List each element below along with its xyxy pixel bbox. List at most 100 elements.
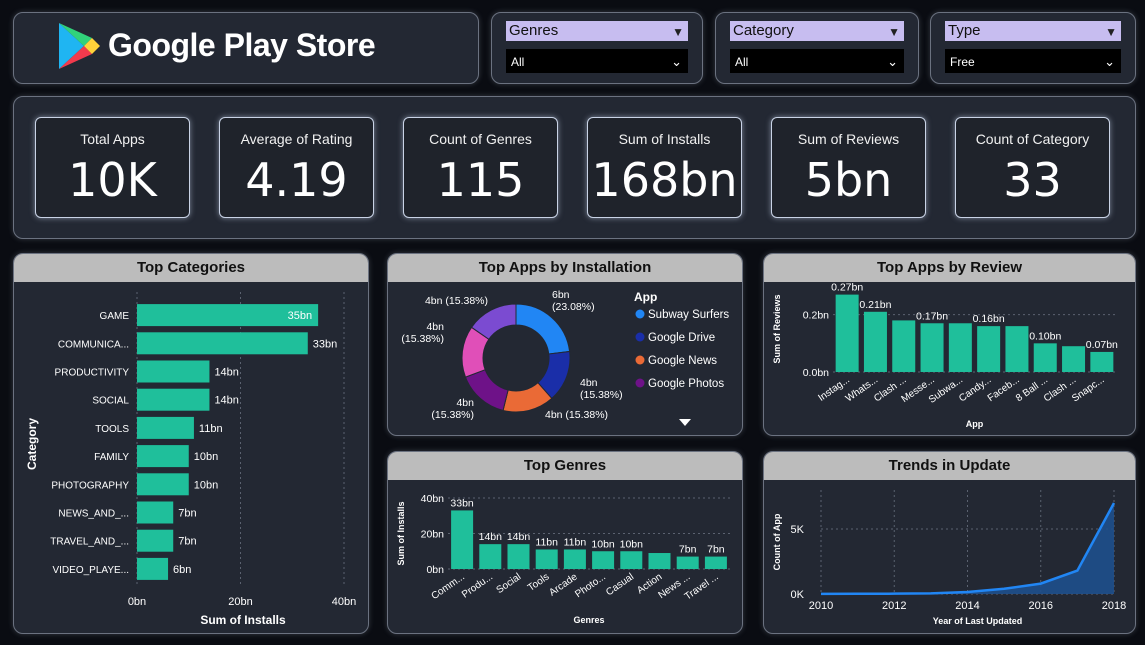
slice-label: 4bn (15.38%): [431, 397, 474, 421]
x-tick-label: 2016: [1029, 600, 1053, 612]
x-axis-title: Sum of Installs: [200, 613, 286, 627]
bar: [648, 553, 671, 569]
chevron-down-icon[interactable]: ⌄: [1104, 49, 1115, 75]
chart-title: Top Apps by Installation: [388, 254, 742, 282]
kpi-average-rating: Average of Rating 4.19: [219, 117, 374, 218]
chart-title: Top Genres: [388, 452, 742, 480]
kpi-count-category: Count of Category 33: [955, 117, 1110, 218]
legend-label: Google Drive: [648, 332, 715, 344]
legend-marker: [635, 355, 645, 365]
legend-label: Google Photos: [648, 378, 724, 390]
data-label: 14bn: [214, 367, 238, 379]
category-label: NEWS_AND_...: [58, 509, 129, 520]
category-dropdown[interactable]: All ⌄: [730, 49, 904, 73]
category-label: Comm...: [430, 571, 467, 602]
genres-dropdown[interactable]: All ⌄: [506, 49, 688, 73]
y-tick-label: 5K: [791, 524, 805, 536]
bar: [137, 445, 189, 468]
bar: [1033, 343, 1057, 372]
bar: [137, 473, 189, 496]
bar: [920, 323, 944, 372]
bar: [507, 544, 530, 569]
kpi-label: Count of Genres: [429, 131, 532, 147]
chart-title: Top Categories: [14, 254, 368, 282]
y-tick-label: 40bn: [421, 493, 445, 505]
data-label: 7bn: [707, 544, 725, 556]
chevron-down-icon[interactable]: ▼: [672, 22, 684, 42]
y-tick-label: 0bn: [426, 564, 444, 576]
genres-filter-label-bar: Genres ▼: [506, 21, 688, 41]
slice-label: 6bn (23.08%): [552, 289, 595, 313]
x-tick-label: 2010: [809, 600, 833, 612]
bar: [137, 332, 308, 355]
bar: [563, 549, 586, 569]
bar: [137, 557, 169, 580]
kpi-section: Total Apps 10K Average of Rating 4.19 Co…: [13, 96, 1136, 239]
bar: [835, 294, 859, 372]
data-label: 7bn: [178, 508, 196, 520]
data-label: 0.10bn: [1029, 330, 1061, 342]
chevron-down-icon[interactable]: ▼: [1105, 22, 1117, 42]
bar: [137, 529, 174, 552]
type-filter-label-bar: Type ▼: [945, 21, 1121, 41]
legend-marker: [635, 309, 645, 319]
category-label: GAME: [100, 311, 130, 322]
bar: [137, 388, 210, 411]
chevron-down-icon[interactable]: ⌄: [671, 49, 682, 75]
y-axis-title: Sum of Reviews: [772, 294, 782, 363]
category-label: FAMILY: [94, 452, 129, 463]
y-tick-label: 0.0bn: [803, 367, 829, 379]
bar: [1090, 351, 1114, 372]
data-label: 6bn: [173, 564, 191, 576]
category-label: Snapc...: [1070, 374, 1106, 404]
category-label: PHOTOGRAPHY: [51, 480, 129, 491]
legend-label: Google News: [648, 355, 717, 367]
data-label: 0.07bn: [1086, 339, 1118, 351]
bar: [704, 556, 727, 569]
bar: [620, 551, 643, 569]
data-label: 11bn: [535, 536, 558, 548]
data-label: 11bn: [199, 423, 223, 435]
play-store-logo-icon: [59, 23, 100, 69]
slice-label: 4bn (15.38%): [545, 409, 608, 421]
kpi-value: 168bn: [591, 153, 738, 207]
category-filter[interactable]: Category ▼ All ⌄: [715, 12, 919, 84]
data-label: 14bn: [479, 531, 503, 543]
bar: [863, 311, 887, 372]
genres-filter[interactable]: Genres ▼ All ⌄: [491, 12, 703, 84]
data-label: 35bn: [288, 310, 312, 322]
x-tick-label: 2012: [882, 600, 906, 612]
data-label: 11bn: [564, 536, 587, 548]
kpi-total-apps: Total Apps 10K: [35, 117, 190, 218]
category-filter-label: Category: [733, 22, 794, 39]
data-label: 14bn: [507, 531, 531, 543]
bar: [451, 510, 474, 569]
data-label: 10bn: [194, 451, 218, 463]
slice-label: 4bn (15.38%): [580, 377, 623, 401]
x-tick-label: 40bn: [332, 596, 356, 608]
page-title: Google Play Store: [108, 27, 376, 63]
data-label: 14bn: [214, 395, 238, 407]
category-label: SOCIAL: [92, 396, 129, 407]
top-apps-review-chart: Top Apps by Review 0.0bn 0.2bn 0.27bn Insta…: [763, 253, 1136, 436]
category-label: PRODUCTIVITY: [55, 368, 130, 379]
x-tick-label: 0bn: [128, 596, 146, 608]
data-label: 0.21bn: [859, 299, 891, 311]
slice-label: 4bn (15.38%): [425, 295, 488, 307]
kpi-value: 4.19: [245, 153, 348, 207]
category-label: TOOLS: [95, 424, 129, 435]
slice-label: 4bn (15.38%): [401, 321, 444, 345]
bar: [892, 320, 916, 372]
category-label: Casual: [604, 571, 636, 598]
chart-title: Top Apps by Review: [764, 254, 1135, 282]
top-apps-installation-chart: Top Apps by Installation 6bn (23.08%) 4bn(…: [387, 253, 743, 436]
x-axis-title: Year of Last Updated: [933, 616, 1023, 626]
kpi-label: Average of Rating: [240, 131, 353, 147]
bar: [977, 326, 1001, 372]
type-filter[interactable]: Type ▼ Free ⌄: [930, 12, 1136, 84]
x-axis-title: App: [966, 419, 984, 429]
chevron-down-icon[interactable]: ⌄: [887, 49, 898, 75]
bar: [137, 360, 210, 383]
type-dropdown[interactable]: Free ⌄: [945, 49, 1121, 73]
chevron-down-icon[interactable]: ▼: [888, 22, 900, 42]
